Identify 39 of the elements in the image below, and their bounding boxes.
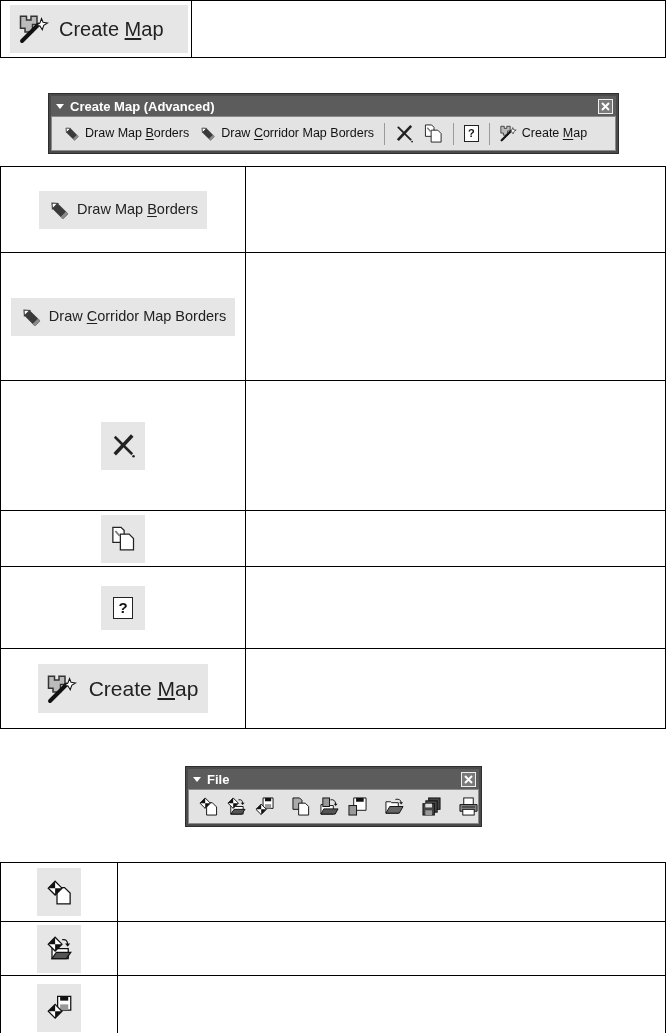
help-button[interactable]: ? bbox=[462, 120, 481, 147]
pages-icon bbox=[110, 526, 136, 551]
open-folder-icon bbox=[385, 797, 404, 816]
toolbar-title: File bbox=[207, 772, 230, 786]
diamond-folder-icon bbox=[227, 797, 246, 816]
pencil-icon bbox=[199, 125, 217, 142]
tool-button[interactable] bbox=[37, 983, 81, 1032]
help-button[interactable]: ? bbox=[101, 585, 145, 630]
tool-button[interactable] bbox=[101, 421, 145, 470]
diamond-page-icon bbox=[199, 797, 218, 816]
cross-icon bbox=[395, 124, 415, 143]
tool-button[interactable]: Create Map bbox=[10, 5, 188, 53]
tool-button[interactable]: Draw Map Borders bbox=[39, 190, 207, 229]
floppy-stack-icon bbox=[422, 797, 441, 816]
map-wand-icon bbox=[46, 673, 77, 704]
close-icon[interactable] bbox=[598, 98, 613, 114]
toolbar-title: Create Map (Advanced) bbox=[70, 99, 215, 113]
tool-button[interactable]: Draw Map Borders bbox=[61, 120, 192, 147]
tool-button[interactable]: Create Map bbox=[37, 664, 209, 713]
tool-button[interactable]: Draw Corridor Map Borders bbox=[10, 297, 236, 336]
floppy-page-icon bbox=[348, 797, 367, 816]
pencil-icon bbox=[63, 125, 80, 142]
diamond-floppy-icon bbox=[255, 797, 274, 816]
tool-button[interactable] bbox=[101, 514, 145, 563]
diamond-page-icon bbox=[46, 879, 72, 905]
folder-page-icon bbox=[320, 797, 339, 816]
pages-icon bbox=[292, 797, 311, 816]
map-wand-icon bbox=[19, 14, 49, 44]
pages-icon bbox=[424, 124, 444, 143]
tool-button[interactable]: Draw Corridor Map Borders bbox=[197, 120, 377, 147]
close-icon[interactable] bbox=[461, 771, 476, 787]
tool-button[interactable]: Create Map bbox=[497, 120, 590, 147]
tool-button[interactable] bbox=[37, 868, 81, 916]
diamond-floppy-icon bbox=[46, 995, 72, 1020]
collapse-caret-icon[interactable] bbox=[193, 776, 201, 782]
map-wand-icon bbox=[499, 125, 517, 142]
collapse-caret-icon[interactable] bbox=[56, 103, 64, 109]
diamond-folder-icon bbox=[46, 936, 72, 961]
tool-button[interactable] bbox=[37, 924, 81, 973]
